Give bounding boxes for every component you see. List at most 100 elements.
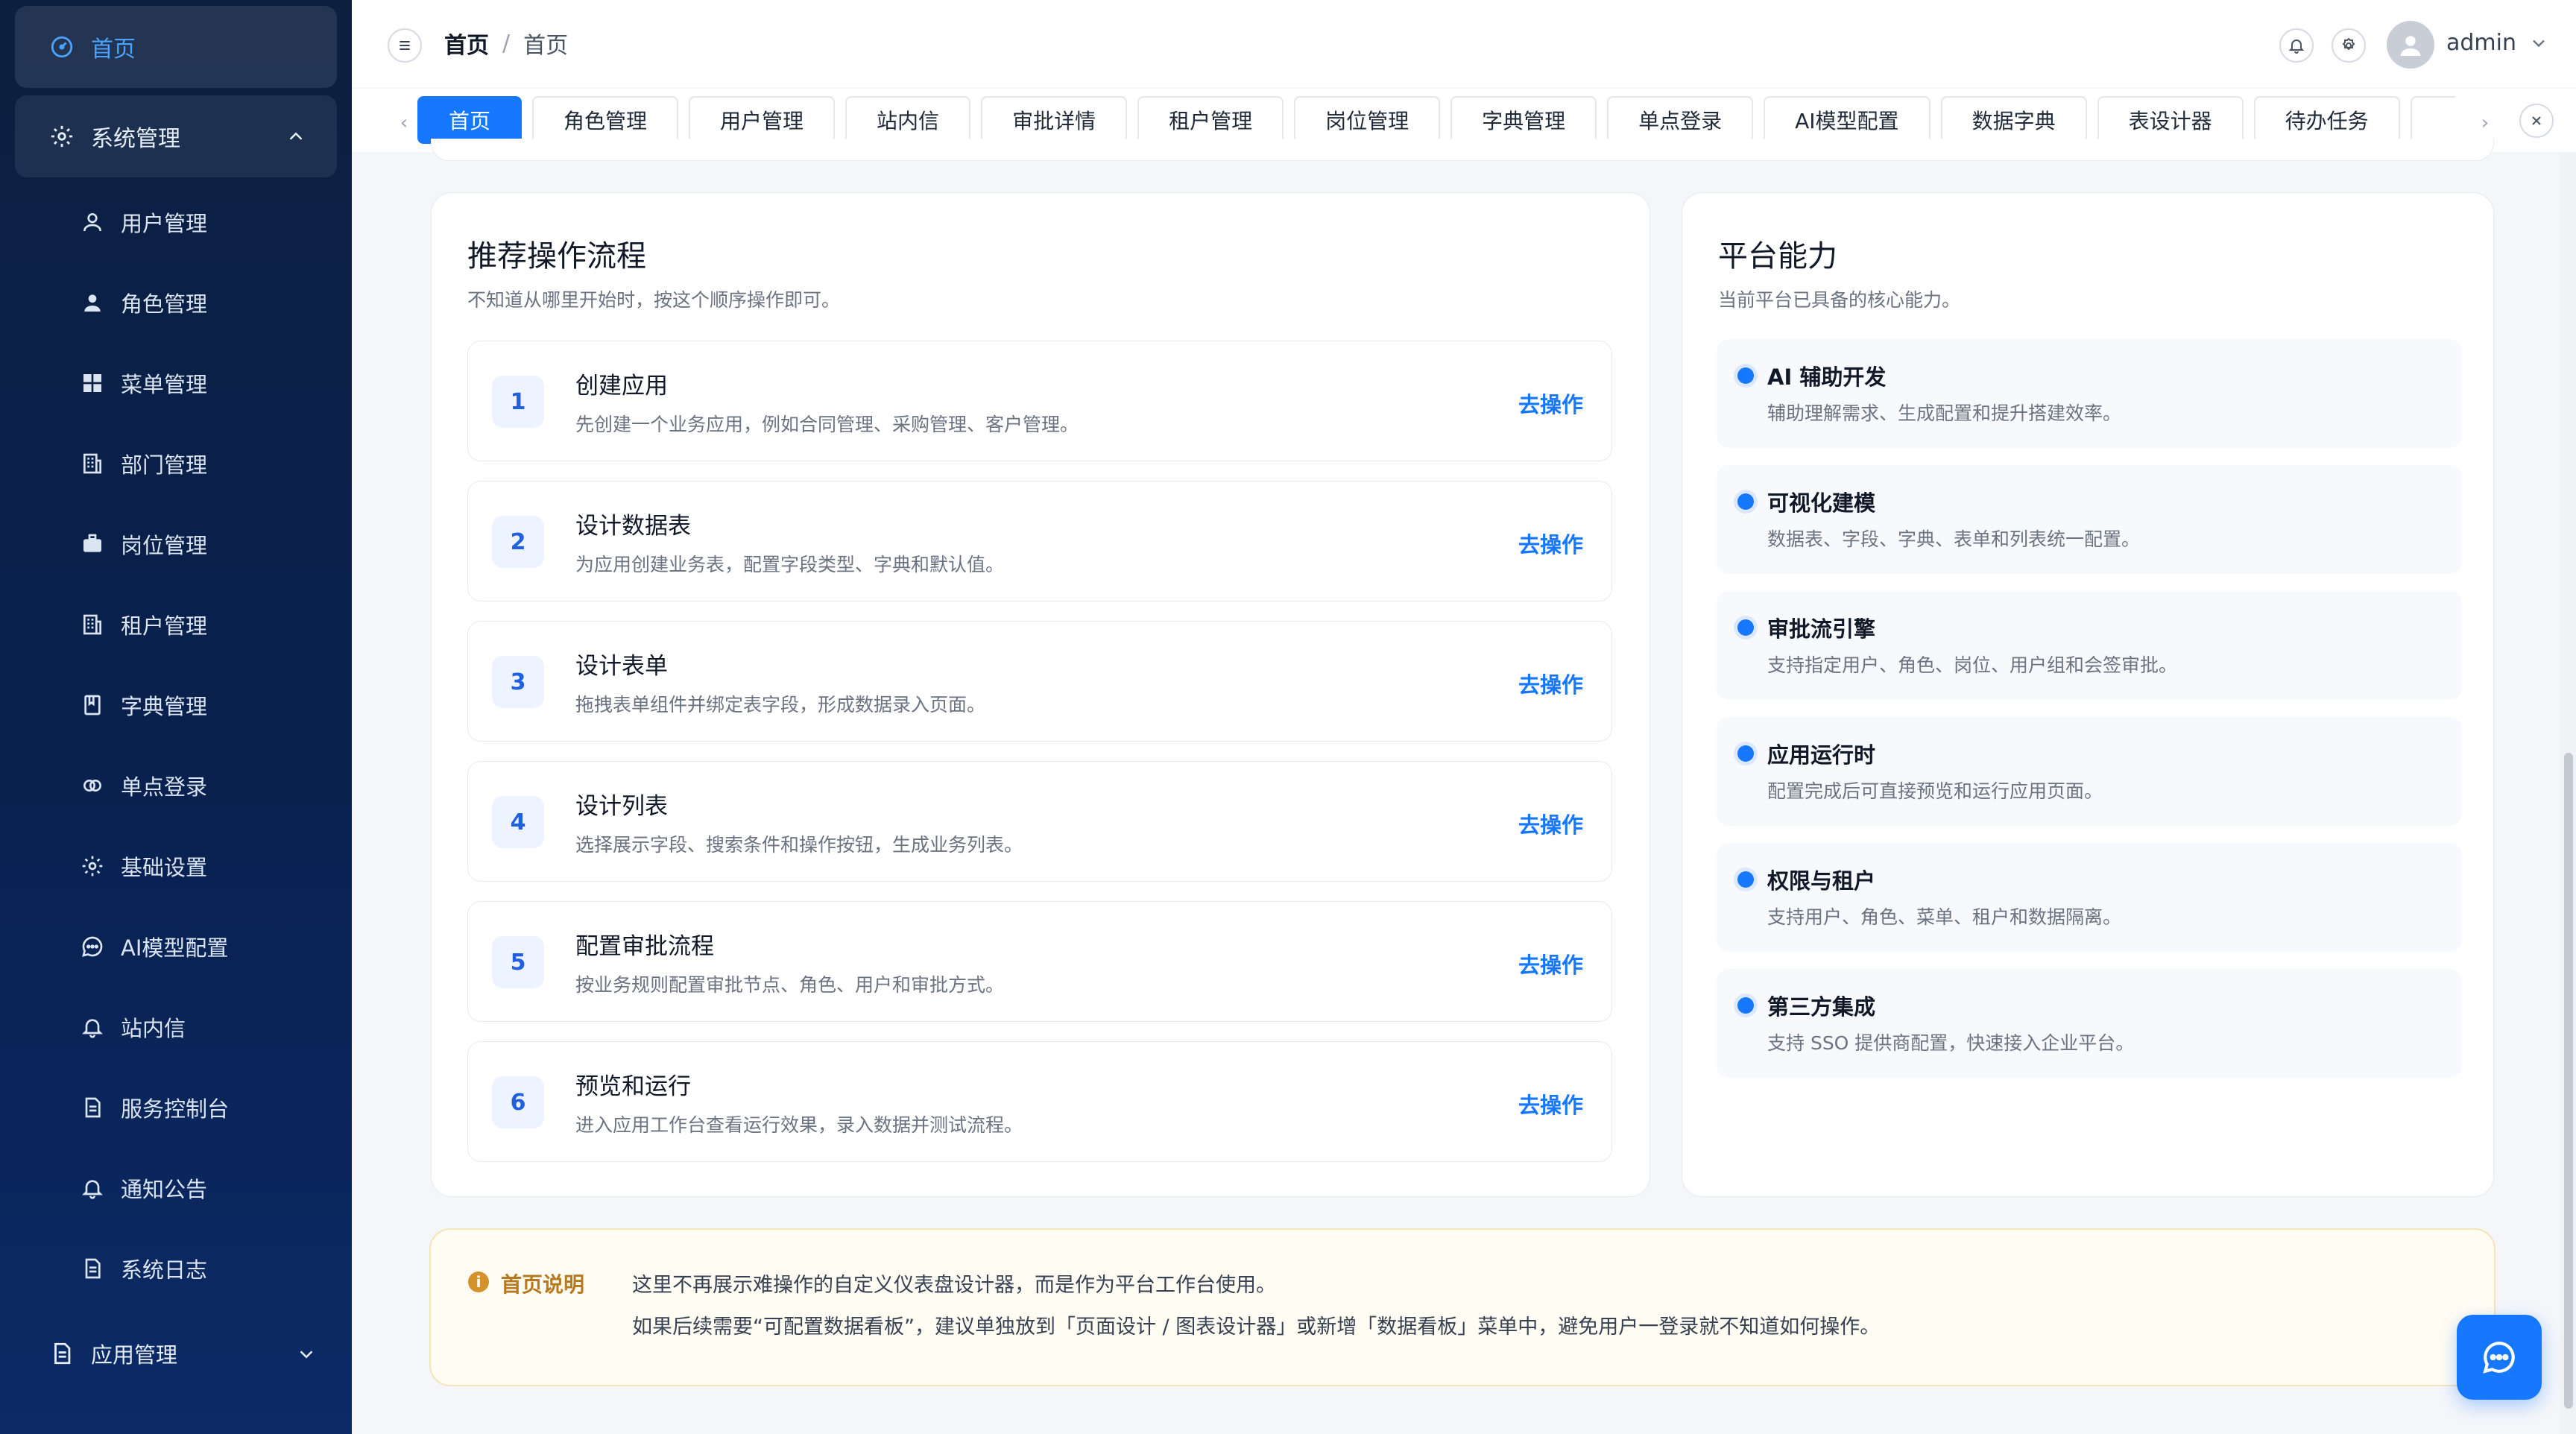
- tab-roles[interactable]: 角色管理: [532, 96, 679, 144]
- tab-sso[interactable]: 单点登录: [1607, 96, 1754, 144]
- notice-label: 首页说明: [501, 1272, 585, 1297]
- tab-users[interactable]: 用户管理: [689, 96, 836, 144]
- sidebar-item-basic-settings[interactable]: 基础设置: [80, 844, 207, 888]
- tab-label: 站内信: [877, 109, 940, 133]
- capability-description: 支持指定用户、角色、岗位、用户组和会签审批。: [1767, 654, 2178, 676]
- scrollbar-thumb[interactable]: [2564, 753, 2573, 1409]
- sidebar-item-ai-model[interactable]: AI模型配置: [80, 924, 228, 969]
- tab-overflow[interactable]: [2410, 96, 2455, 144]
- link-icon: [80, 774, 104, 797]
- card-title: 平台能力: [1718, 239, 1837, 274]
- notification-button[interactable]: [2279, 28, 2314, 63]
- sidebar-item-system-logs[interactable]: 系统日志: [80, 1246, 207, 1291]
- bullet-dot-icon: [1737, 871, 1754, 888]
- user-icon: [2400, 36, 2421, 56]
- tab-home[interactable]: 首页: [417, 96, 523, 144]
- go-action-link[interactable]: 去操作: [1518, 948, 1583, 979]
- tab-posts[interactable]: 岗位管理: [1294, 96, 1441, 144]
- sidebar-item-roles[interactable]: 角色管理: [80, 280, 207, 325]
- sidebar-item-home[interactable]: 首页: [15, 6, 337, 88]
- capability-item: 权限与租户 支持用户、角色、菜单、租户和数据隔离。: [1717, 843, 2462, 952]
- sidebar-item-label: 部门管理: [121, 452, 208, 478]
- sidebar-item-label: 角色管理: [121, 291, 208, 317]
- step-description: 拖拽表单组件并绑定表字段，形成数据录入页面。: [575, 694, 986, 716]
- step-description: 选择展示字段、搜索条件和操作按钮，生成业务列表。: [575, 834, 1023, 856]
- chevron-down-icon[interactable]: [2528, 33, 2549, 54]
- sidebar-group-system[interactable]: 系统管理: [15, 95, 337, 177]
- capability-description: 数据表、字段、字典、表单和列表统一配置。: [1767, 528, 2141, 550]
- capability-title: 应用运行时: [1767, 742, 1876, 768]
- top-header: 首页 / 首页 admin: [352, 0, 2576, 88]
- sidebar-item-service-console[interactable]: 服务控制台: [80, 1085, 229, 1130]
- menu-toggle-button[interactable]: [388, 28, 422, 63]
- tab-label: AI模型配置: [1795, 109, 1899, 133]
- tab-approval-detail[interactable]: 审批详情: [981, 96, 1128, 144]
- bell-icon: [2288, 40, 2305, 54]
- capability-title: 审批流引擎: [1767, 616, 1876, 642]
- sidebar-item-label: 字典管理: [121, 694, 208, 719]
- tab-label: 用户管理: [720, 109, 804, 133]
- sidebar-item-label: 服务控制台: [121, 1096, 230, 1122]
- sidebar-item-sso[interactable]: 单点登录: [80, 763, 207, 808]
- role-icon: [80, 291, 104, 315]
- sidebar-item-menus[interactable]: 菜单管理: [80, 361, 207, 405]
- tab-table-designer[interactable]: 表设计器: [2097, 96, 2244, 144]
- sidebar-item-label: AI模型配置: [121, 935, 229, 961]
- go-action-link[interactable]: 去操作: [1518, 1088, 1583, 1119]
- tab-tenants[interactable]: 租户管理: [1137, 96, 1284, 144]
- sidebar-item-label: 系统日志: [121, 1257, 208, 1283]
- tab-data-dictionary[interactable]: 数据字典: [1940, 96, 2087, 144]
- breadcrumb-item[interactable]: 首页: [444, 27, 489, 60]
- sidebar-item-tenants[interactable]: 租户管理: [80, 602, 207, 647]
- sidebar-item-label: 基础设置: [121, 855, 208, 880]
- sidebar-item-label: 通知公告: [121, 1177, 208, 1202]
- capability-title: 可视化建模: [1767, 490, 1876, 516]
- tab-ai-model[interactable]: AI模型配置: [1764, 96, 1931, 144]
- step-number: 2: [492, 516, 544, 568]
- close-icon: [2532, 116, 2541, 125]
- sidebar-group-label: 系统管理: [91, 126, 180, 152]
- tab-label: 表设计器: [2128, 109, 2212, 133]
- close-tabs-button[interactable]: [2519, 104, 2554, 138]
- go-action-link[interactable]: 去操作: [1518, 388, 1583, 419]
- tab-todo[interactable]: 待办任务: [2253, 96, 2400, 144]
- tabs-scroll-right-icon[interactable]: ›: [2476, 113, 2494, 133]
- go-action-link[interactable]: 去操作: [1518, 668, 1583, 699]
- chat-assistant-button[interactable]: [2457, 1315, 2542, 1400]
- card-title: 推荐操作流程: [467, 239, 646, 274]
- avatar[interactable]: [2387, 21, 2434, 69]
- capability-description: 支持 SSO 提供商配置，快速接入企业平台。: [1767, 1032, 2135, 1054]
- settings-button[interactable]: [2332, 28, 2366, 63]
- sidebar-group-apps[interactable]: 应用管理: [49, 1331, 318, 1376]
- sidebar-item-posts[interactable]: 岗位管理: [80, 522, 207, 566]
- gear-icon: [49, 124, 75, 149]
- sidebar-item-messages[interactable]: 站内信: [80, 1005, 186, 1049]
- tab-messages[interactable]: 站内信: [845, 96, 971, 144]
- step-title: 预览和运行: [575, 1073, 691, 1100]
- sidebar-item-label: 站内信: [121, 1016, 186, 1041]
- go-action-link[interactable]: 去操作: [1518, 808, 1583, 839]
- go-action-link[interactable]: 去操作: [1518, 528, 1583, 559]
- tab-dictionary[interactable]: 字典管理: [1450, 96, 1597, 144]
- grid-icon: [80, 371, 104, 395]
- tab-label: 租户管理: [1169, 109, 1253, 133]
- building-icon: [80, 613, 104, 637]
- sidebar-item-label: 菜单管理: [121, 372, 208, 397]
- user-name[interactable]: admin: [2446, 30, 2516, 56]
- tabs-list: 首页 角色管理 用户管理 站内信 审批详情 租户管理 岗位管理 字典管理 单点登…: [417, 96, 2455, 144]
- bell-icon: [80, 1176, 104, 1200]
- breadcrumb-separator: /: [502, 30, 511, 57]
- sidebar-item-users[interactable]: 用户管理: [80, 200, 207, 244]
- dashboard-icon: [49, 34, 75, 60]
- tabs-scroll-left-icon[interactable]: ‹: [395, 113, 413, 133]
- sidebar-item-dictionary[interactable]: 字典管理: [80, 683, 207, 727]
- sidebar-item-label: 租户管理: [121, 613, 208, 639]
- document-icon: [80, 1257, 104, 1280]
- sidebar-item-notices[interactable]: 通知公告: [80, 1166, 207, 1210]
- bullet-dot-icon: [1737, 619, 1754, 636]
- sidebar-item-departments[interactable]: 部门管理: [80, 441, 207, 486]
- user-icon: [80, 210, 104, 234]
- capability-item: 审批流引擎 支持指定用户、角色、岗位、用户组和会签审批。: [1717, 591, 2462, 700]
- step-description: 按业务规则配置审批节点、角色、用户和审批方式。: [575, 974, 1005, 996]
- step-description: 先创建一个业务应用，例如合同管理、采购管理、客户管理。: [575, 414, 1079, 435]
